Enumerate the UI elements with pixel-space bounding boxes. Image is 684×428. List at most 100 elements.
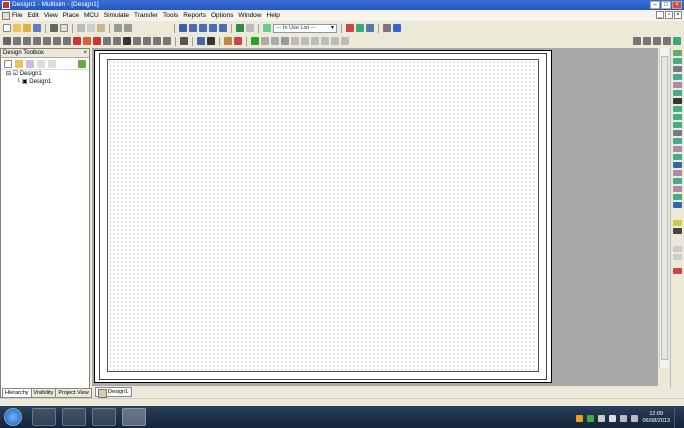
spreadsheet-icon[interactable] [236,24,244,32]
toolbox-properties-icon[interactable] [37,59,45,68]
analog-icon[interactable] [43,37,51,45]
minimize-button[interactable]: – [650,1,660,9]
tab-visibility[interactable]: Visibility [30,388,57,398]
mixed-icon[interactable] [83,37,91,45]
measurement-probe-icon[interactable] [673,228,682,234]
zoom-in-view-icon[interactable] [633,37,641,45]
labview-instrument-icon[interactable] [673,194,682,200]
zoom-in-icon[interactable] [189,24,197,32]
stop-icon[interactable] [271,37,279,45]
menu-mcu[interactable]: MCU [84,10,99,21]
current-probe-icon[interactable] [673,220,682,226]
junction-icon[interactable] [207,37,215,45]
document-tab[interactable]: Design1 [95,387,133,398]
menu-options[interactable]: Options [211,10,233,21]
green-tool-icon[interactable] [673,37,681,45]
copy-icon[interactable] [87,24,95,32]
open-sample-icon[interactable] [23,24,31,32]
cut-icon[interactable] [77,24,85,32]
four-channel-oscilloscope-icon[interactable] [673,82,682,88]
zoom-fit-icon[interactable] [653,37,661,45]
tree-root[interactable]: ⊟ ☑ Design1 [6,70,89,78]
agilent-oscilloscope-icon[interactable] [673,178,682,184]
power-icon[interactable] [103,37,111,45]
zoom-area-icon[interactable] [209,24,217,32]
mcu-icon[interactable] [153,37,161,45]
zoom-sheet-icon[interactable] [219,24,227,32]
agilent-generator-icon[interactable] [673,162,682,168]
zoom-area-view-icon[interactable] [663,37,671,45]
fullscreen-icon[interactable] [179,24,187,32]
tray-icon-3[interactable] [598,414,606,422]
frequency-counter-icon[interactable] [673,98,682,104]
erc-icon[interactable] [346,24,354,32]
network-icon[interactable] [620,414,628,422]
misc-icon[interactable] [113,37,121,45]
bode-plotter-icon[interactable] [673,90,682,96]
step-icon[interactable] [281,37,289,45]
run-icon[interactable] [251,37,259,45]
file-explorer-taskbar-icon[interactable] [62,408,86,426]
clock[interactable]: 12:09 06/08/2013 [642,411,670,425]
network-analyzer-icon[interactable] [673,154,682,160]
spectrum-analyzer-icon[interactable] [673,146,682,152]
menu-edit[interactable]: Edit [27,10,38,21]
flag-icon[interactable] [609,414,617,422]
source-icon[interactable] [3,37,11,45]
transfer-icon[interactable] [356,24,364,32]
close-button[interactable]: × [672,1,682,9]
bus-icon[interactable] [180,37,188,45]
schematic-sheet[interactable] [94,50,552,383]
mdi-minimize-button[interactable]: _ [656,11,664,19]
multisim-taskbar-icon[interactable] [122,408,146,426]
run-to-cursor-icon[interactable] [321,37,329,45]
zoom-out-view-icon[interactable] [643,37,651,45]
mdi-close-button[interactable]: × [674,11,682,19]
in-use-list-select[interactable]: --- In Use List --- [273,23,337,33]
toolbox-save-icon[interactable] [26,59,34,68]
multimeter-icon[interactable] [673,50,682,56]
print-preview-icon[interactable] [60,24,68,32]
tree-child[interactable]: └ ▣ Design1 [6,78,89,86]
remove-breakpoints-icon[interactable] [341,37,349,45]
multisim-app-icon[interactable] [2,1,10,9]
ttl-icon[interactable] [53,37,61,45]
diode-icon[interactable] [23,37,31,45]
toolbox-open-icon[interactable] [15,59,23,68]
tab-hierarchy[interactable]: Hierarchy [2,388,32,398]
menu-help[interactable]: Help [267,10,280,21]
zoom-out-icon[interactable] [199,24,207,32]
print-icon[interactable] [50,24,58,32]
toolbox-new-icon[interactable] [4,59,12,68]
paste-icon[interactable] [97,24,105,32]
pause-icon[interactable] [261,37,269,45]
volume-icon[interactable] [631,414,639,422]
rf-icon[interactable] [133,37,141,45]
undo-icon[interactable] [114,24,122,32]
indicator-icon[interactable] [93,37,101,45]
electromechanical-icon[interactable] [143,37,151,45]
toolbox-close-button[interactable]: × [83,49,87,58]
menu-place[interactable]: Place [63,10,79,21]
misc-digital-icon[interactable] [73,37,81,45]
agilent-multimeter-icon[interactable] [673,170,682,176]
menu-transfer[interactable]: Transfer [134,10,158,21]
redo-icon[interactable] [124,24,132,32]
distortion-analyzer-icon[interactable] [673,138,682,144]
logic-analyzer-icon[interactable] [673,114,682,120]
basic-icon[interactable] [13,37,21,45]
step-out-icon[interactable] [311,37,319,45]
document-icon[interactable] [2,12,10,20]
postprocessor-icon[interactable] [234,37,242,45]
open-icon[interactable] [13,24,21,32]
tray-icon-2[interactable] [587,414,595,422]
advanced-peripherals-icon[interactable] [123,37,131,45]
wattmeter-icon[interactable] [673,66,682,72]
logic-converter-icon[interactable] [673,122,682,128]
grapher-icon[interactable] [224,37,232,45]
show-desktop-button[interactable] [674,408,680,428]
media-player-taskbar-icon[interactable] [92,408,116,426]
help-icon[interactable] [393,24,401,32]
tab-project-view[interactable]: Project View [55,388,92,398]
new-icon[interactable] [3,24,11,32]
